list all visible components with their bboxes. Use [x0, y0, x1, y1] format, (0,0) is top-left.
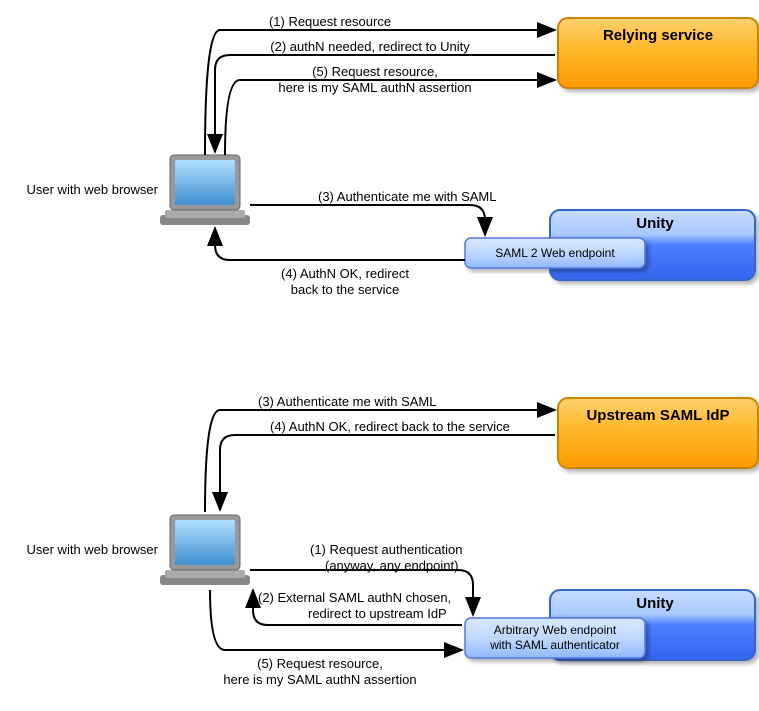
unity-label-bottom: Unity — [636, 595, 674, 612]
arrow-5a-label-bottom: (5) Request resource, — [257, 656, 383, 671]
arrow-4b-label-top: back to the service — [291, 282, 399, 297]
arrow-3-top — [250, 205, 485, 235]
endpoint-label2-bottom: with SAML authenticator — [489, 638, 620, 652]
user-label-bottom: User with web browser — [27, 542, 159, 557]
arrow-3-label-bottom: (3) Authenticate me with SAML — [258, 394, 436, 409]
diagram-bottom: Upstream SAML IdP Unity Arbitrary Web en… — [27, 394, 759, 687]
arrow-1a-label-bottom: (1) Request authentication — [310, 542, 462, 557]
arrow-2-label-top: (2) authN needed, redirect to Unity — [270, 39, 470, 54]
arrow-1b-label-bottom: (anyway, any endpoint) — [325, 558, 458, 573]
arrow-5b-label-top: here is my SAML authN assertion — [278, 80, 471, 95]
arrow-3-label-top: (3) Authenticate me with SAML — [318, 189, 496, 204]
arrow-4a-label-top: (4) AuthN OK, redirect — [281, 266, 409, 281]
arrow-2a-label-bottom: (2) External SAML authN chosen, — [258, 590, 451, 605]
arrow-5a-label-top: (5) Request resource, — [312, 64, 438, 79]
endpoint-label1-bottom: Arbitrary Web endpoint — [494, 623, 617, 637]
arrow-4-bottom — [220, 435, 555, 510]
idp-label: Upstream SAML IdP — [586, 407, 729, 424]
saml-endpoint-label-top: SAML 2 Web endpoint — [495, 246, 615, 260]
diagram-top: Relying service Unity SAML 2 Web endpoin… — [27, 14, 759, 297]
user-label-top: User with web browser — [27, 182, 159, 197]
arrow-2b-label-bottom: redirect to upstream IdP — [308, 606, 447, 621]
unity-label-top: Unity — [636, 215, 674, 232]
arrow-4-label-bottom: (4) AuthN OK, redirect back to the servi… — [270, 419, 510, 434]
laptop-icon — [160, 155, 250, 225]
relying-service-label: Relying service — [603, 27, 713, 44]
arrow-5b-label-bottom: here is my SAML authN assertion — [223, 672, 416, 687]
arrow-1-label-top: (1) Request resource — [269, 14, 391, 29]
laptop-icon — [160, 515, 250, 585]
arrow-4-top — [215, 228, 465, 260]
